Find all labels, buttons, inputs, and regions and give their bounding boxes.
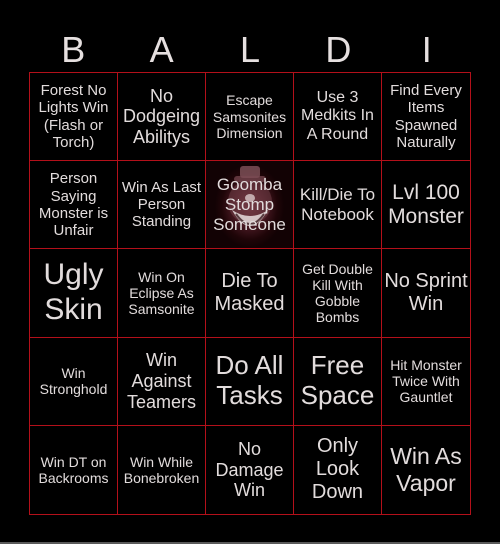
cell-text: Ugly Skin [43,258,104,326]
cell-text: Get Double Kill With Gobble Bombs [302,260,373,326]
bingo-board: Forest No Lights Win (Flash or Torch) No… [29,72,471,515]
bingo-cell[interactable]: Win Stronghold [30,337,118,426]
bingo-cell[interactable]: Kill/Die To Notebook [294,161,382,250]
bingo-cell-image[interactable]: Goomba Stomp Someone [206,161,294,250]
bingo-cell[interactable]: Win Against Teamers [118,337,206,426]
bingo-cell[interactable]: Only Look Down [294,425,382,514]
cell-text: Free Space [300,350,375,411]
header-letter-d: D [325,29,352,70]
bingo-cell[interactable]: Find Every Items Spawned Naturally [382,73,470,162]
cell-text: Win On Eclipse As Samsonite [128,268,195,318]
bingo-cell[interactable]: No Dodgeing Abilitys [118,73,206,162]
cell-text: Win As Last Person Standing [121,178,202,231]
bingo-cell[interactable]: Lvl 100 Monster [382,161,470,250]
cell-text: Win Stronghold [39,365,108,398]
bingo-cell[interactable]: Get Double Kill With Gobble Bombs [294,249,382,338]
header-letter-l: L [239,29,260,70]
bingo-cell[interactable]: Win While Bonebroken [118,425,206,514]
bingo-cell-free-space[interactable]: Free Space [294,337,382,426]
cell-text: Escape Samsonites Dimension [212,92,287,141]
bingo-cell[interactable]: No Sprint Win [382,249,470,338]
cell-text: Forest No Lights Win (Flash or Torch) [38,82,109,151]
cell-text: Die To Masked [214,269,285,315]
cell-text: Do All Tasks [215,350,284,411]
cell-text: Goomba Stomp Someone [213,175,286,234]
bingo-cell[interactable]: Hit Monster Twice With Gauntlet [382,337,470,426]
bingo-header: B A L D I [29,30,471,70]
cell-text: Kill/Die To Notebook [299,185,376,224]
cell-text: Find Every Items Spawned Naturally [390,82,462,151]
cell-text: Win While Bonebroken [123,453,200,486]
cell-text: Person Saying Monster is Unfair [38,170,109,240]
bingo-cell[interactable]: Win As Last Person Standing [118,161,206,250]
bingo-cell[interactable]: Forest No Lights Win (Flash or Torch) [30,73,118,162]
cell-text: No Dodgeing Abilitys [122,85,201,147]
header-letter-b: B [61,29,86,70]
cell-text: Only Look Down [311,435,364,504]
cell-text: No Sprint Win [384,269,468,315]
bingo-cell[interactable]: No Damage Win [206,425,294,514]
header-letter-i: I [421,29,432,70]
cell-text: Win DT on Backrooms [38,453,109,486]
cell-text: Win Against Teamers [126,350,197,412]
header-letter-a: A [149,29,174,70]
bingo-cell[interactable]: Escape Samsonites Dimension [206,73,294,162]
cell-text: Hit Monster Twice With Gauntlet [390,357,462,406]
cell-text: Win As Vapor [390,443,462,496]
bingo-cell[interactable]: Person Saying Monster is Unfair [30,161,118,250]
cell-text: Lvl 100 Monster [388,180,464,228]
cell-text: No Damage Win [215,438,284,501]
bingo-cell[interactable]: Win DT on Backrooms [30,425,118,514]
bingo-cell[interactable]: Use 3 Medkits In A Round [294,73,382,162]
bingo-cell[interactable]: Win As Vapor [382,425,470,514]
bingo-cell[interactable]: Do All Tasks [206,337,294,426]
bingo-cell[interactable]: Die To Masked [206,249,294,338]
bingo-cell[interactable]: Win On Eclipse As Samsonite [118,249,206,338]
bingo-cell[interactable]: Ugly Skin [30,249,118,338]
cell-text: Use 3 Medkits In A Round [301,89,374,143]
